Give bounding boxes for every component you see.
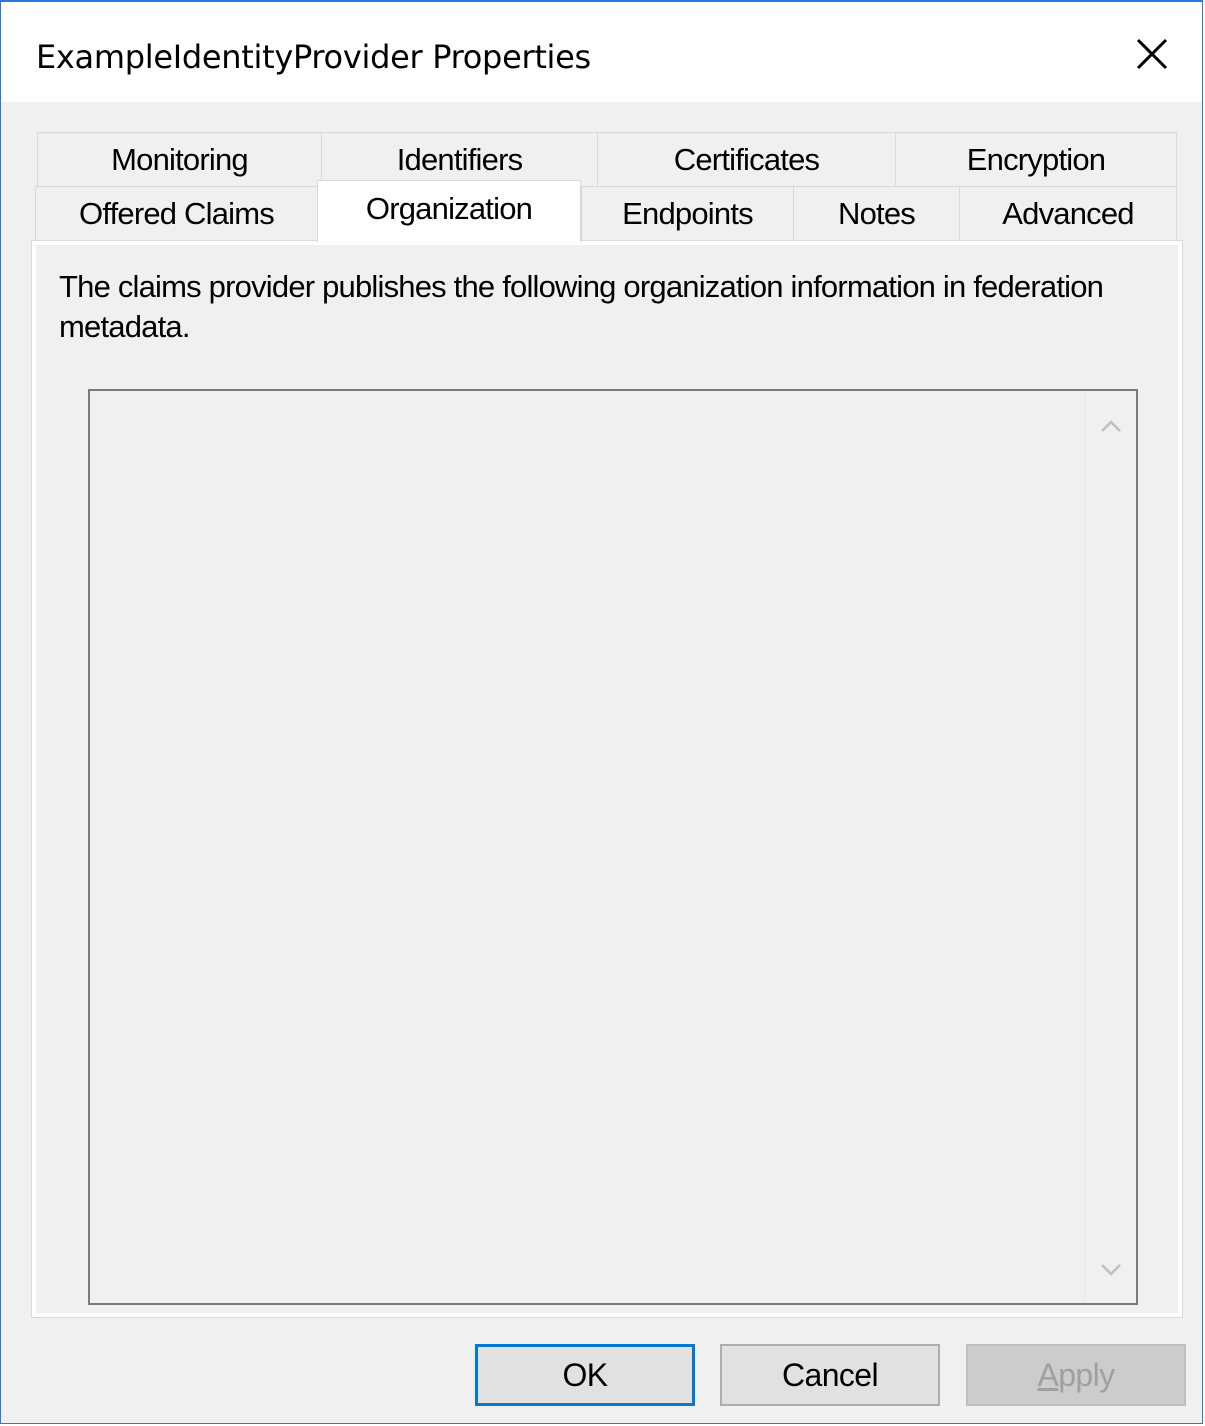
tab-monitoring[interactable]: Monitoring — [37, 132, 321, 186]
apply-label-rest: pply — [1058, 1357, 1115, 1393]
apply-mnemonic: A — [1037, 1357, 1059, 1393]
panel-content: The claims provider publishes the follow… — [36, 245, 1178, 1313]
tab-certificates[interactable]: Certificates — [597, 132, 895, 186]
tab-notes[interactable]: Notes — [793, 186, 959, 240]
vertical-scrollbar[interactable] — [1084, 391, 1136, 1303]
organization-info-textarea[interactable] — [88, 389, 1138, 1305]
tab-encryption[interactable]: Encryption — [895, 132, 1177, 186]
dialog-title: ExampleIdentityProvider Properties — [36, 38, 591, 76]
apply-button[interactable]: Apply — [966, 1344, 1186, 1406]
tab-offered-claims[interactable]: Offered Claims — [35, 186, 317, 240]
close-icon — [1136, 38, 1168, 70]
chevron-down-icon — [1101, 1264, 1121, 1276]
tab-endpoints[interactable]: Endpoints — [581, 186, 793, 240]
properties-dialog: ExampleIdentityProvider Properties Monit… — [0, 0, 1203, 1424]
scroll-up-button[interactable] — [1085, 397, 1137, 449]
organization-tab-panel: The claims provider publishes the follow… — [31, 240, 1183, 1318]
tab-advanced[interactable]: Advanced — [959, 186, 1177, 240]
title-bar: ExampleIdentityProvider Properties — [1, 2, 1202, 102]
tab-row-front: Offered Claims Organization Endpoints No… — [35, 180, 1177, 242]
chevron-up-icon — [1101, 420, 1121, 432]
ok-button[interactable]: OK — [475, 1344, 695, 1406]
close-button[interactable] — [1122, 24, 1182, 84]
scroll-down-button[interactable] — [1085, 1245, 1137, 1297]
tab-organization[interactable]: Organization — [317, 180, 581, 242]
tab-row-back: Monitoring Identifiers Certificates Encr… — [37, 132, 1177, 186]
tab-identifiers[interactable]: Identifiers — [321, 132, 597, 186]
cancel-button[interactable]: Cancel — [720, 1344, 940, 1406]
panel-description: The claims provider publishes the follow… — [59, 269, 1104, 344]
